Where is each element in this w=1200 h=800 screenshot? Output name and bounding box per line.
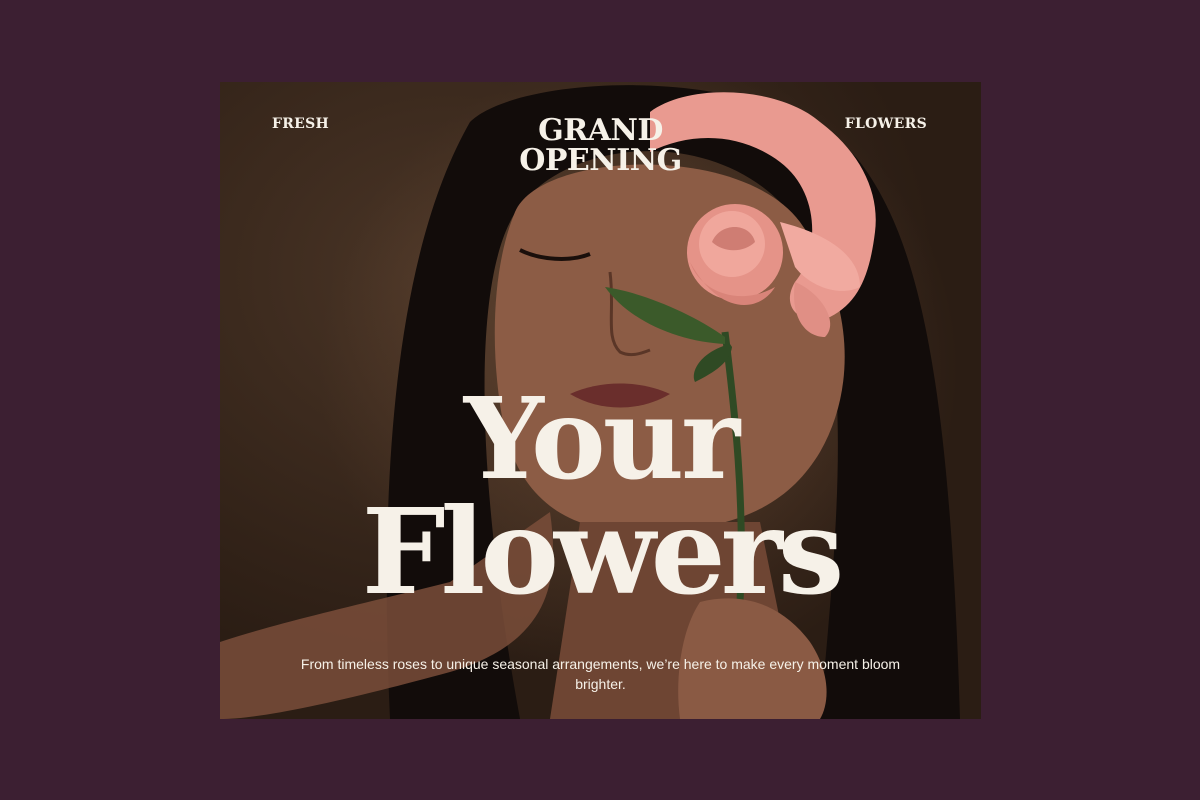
tagline-text: From timeless roses to unique seasonal a… [300,656,901,692]
main-headline: Your Flowers [220,374,981,621]
poster-frame: FRESH FLOWERS GRAND OPENING Your Flowers… [220,82,981,719]
heading-line-grand: GRAND [538,113,663,148]
headline-line-your: Your [463,374,740,505]
headline-line-flowers: Flowers [361,482,845,621]
grand-opening-heading: GRAND OPENING [220,116,981,176]
heading-line-opening: OPENING [519,143,682,178]
